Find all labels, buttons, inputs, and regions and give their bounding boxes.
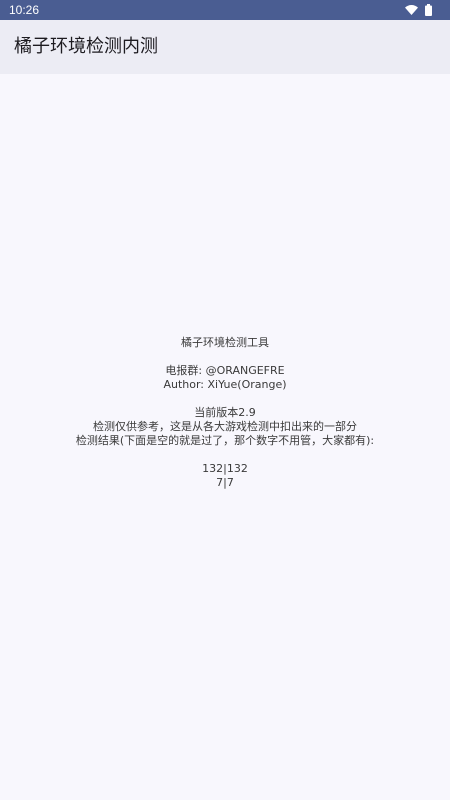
detection-info: 橘子环境检测工具 电报群: @ORANGEFRE Author: XiYue(O…: [0, 336, 450, 490]
version-text: 当前版本2.9: [194, 406, 256, 419]
status-time: 10:26: [9, 3, 40, 17]
telegram-group-text: 电报群: @ORANGEFRE: [165, 364, 285, 377]
status-icons: [405, 3, 432, 17]
wifi-icon: [405, 5, 418, 15]
disclaimer-text: 检测仅供参考，这是从各大游戏检测中扣出来的一部分: [93, 420, 357, 433]
result-count-1: 132|132: [202, 462, 248, 475]
tool-name-text: 橘子环境检测工具: [181, 336, 269, 349]
author-text: Author: XiYue(Orange): [163, 378, 287, 391]
result-count-2: 7|7: [216, 476, 234, 489]
status-bar: 10:26: [0, 0, 450, 20]
app-title: 橘子环境检测内测: [14, 36, 158, 57]
app-bar: 橘子环境检测内测: [0, 20, 450, 74]
app-screen: 10:26 橘子环境检测内测 橘子环境检测工具 电报群: @ORANGEFRE …: [0, 0, 450, 800]
result-header-text: 检测结果(下面是空的就是过了，那个数字不用管，大家都有):: [75, 434, 375, 447]
battery-icon: [425, 4, 432, 16]
